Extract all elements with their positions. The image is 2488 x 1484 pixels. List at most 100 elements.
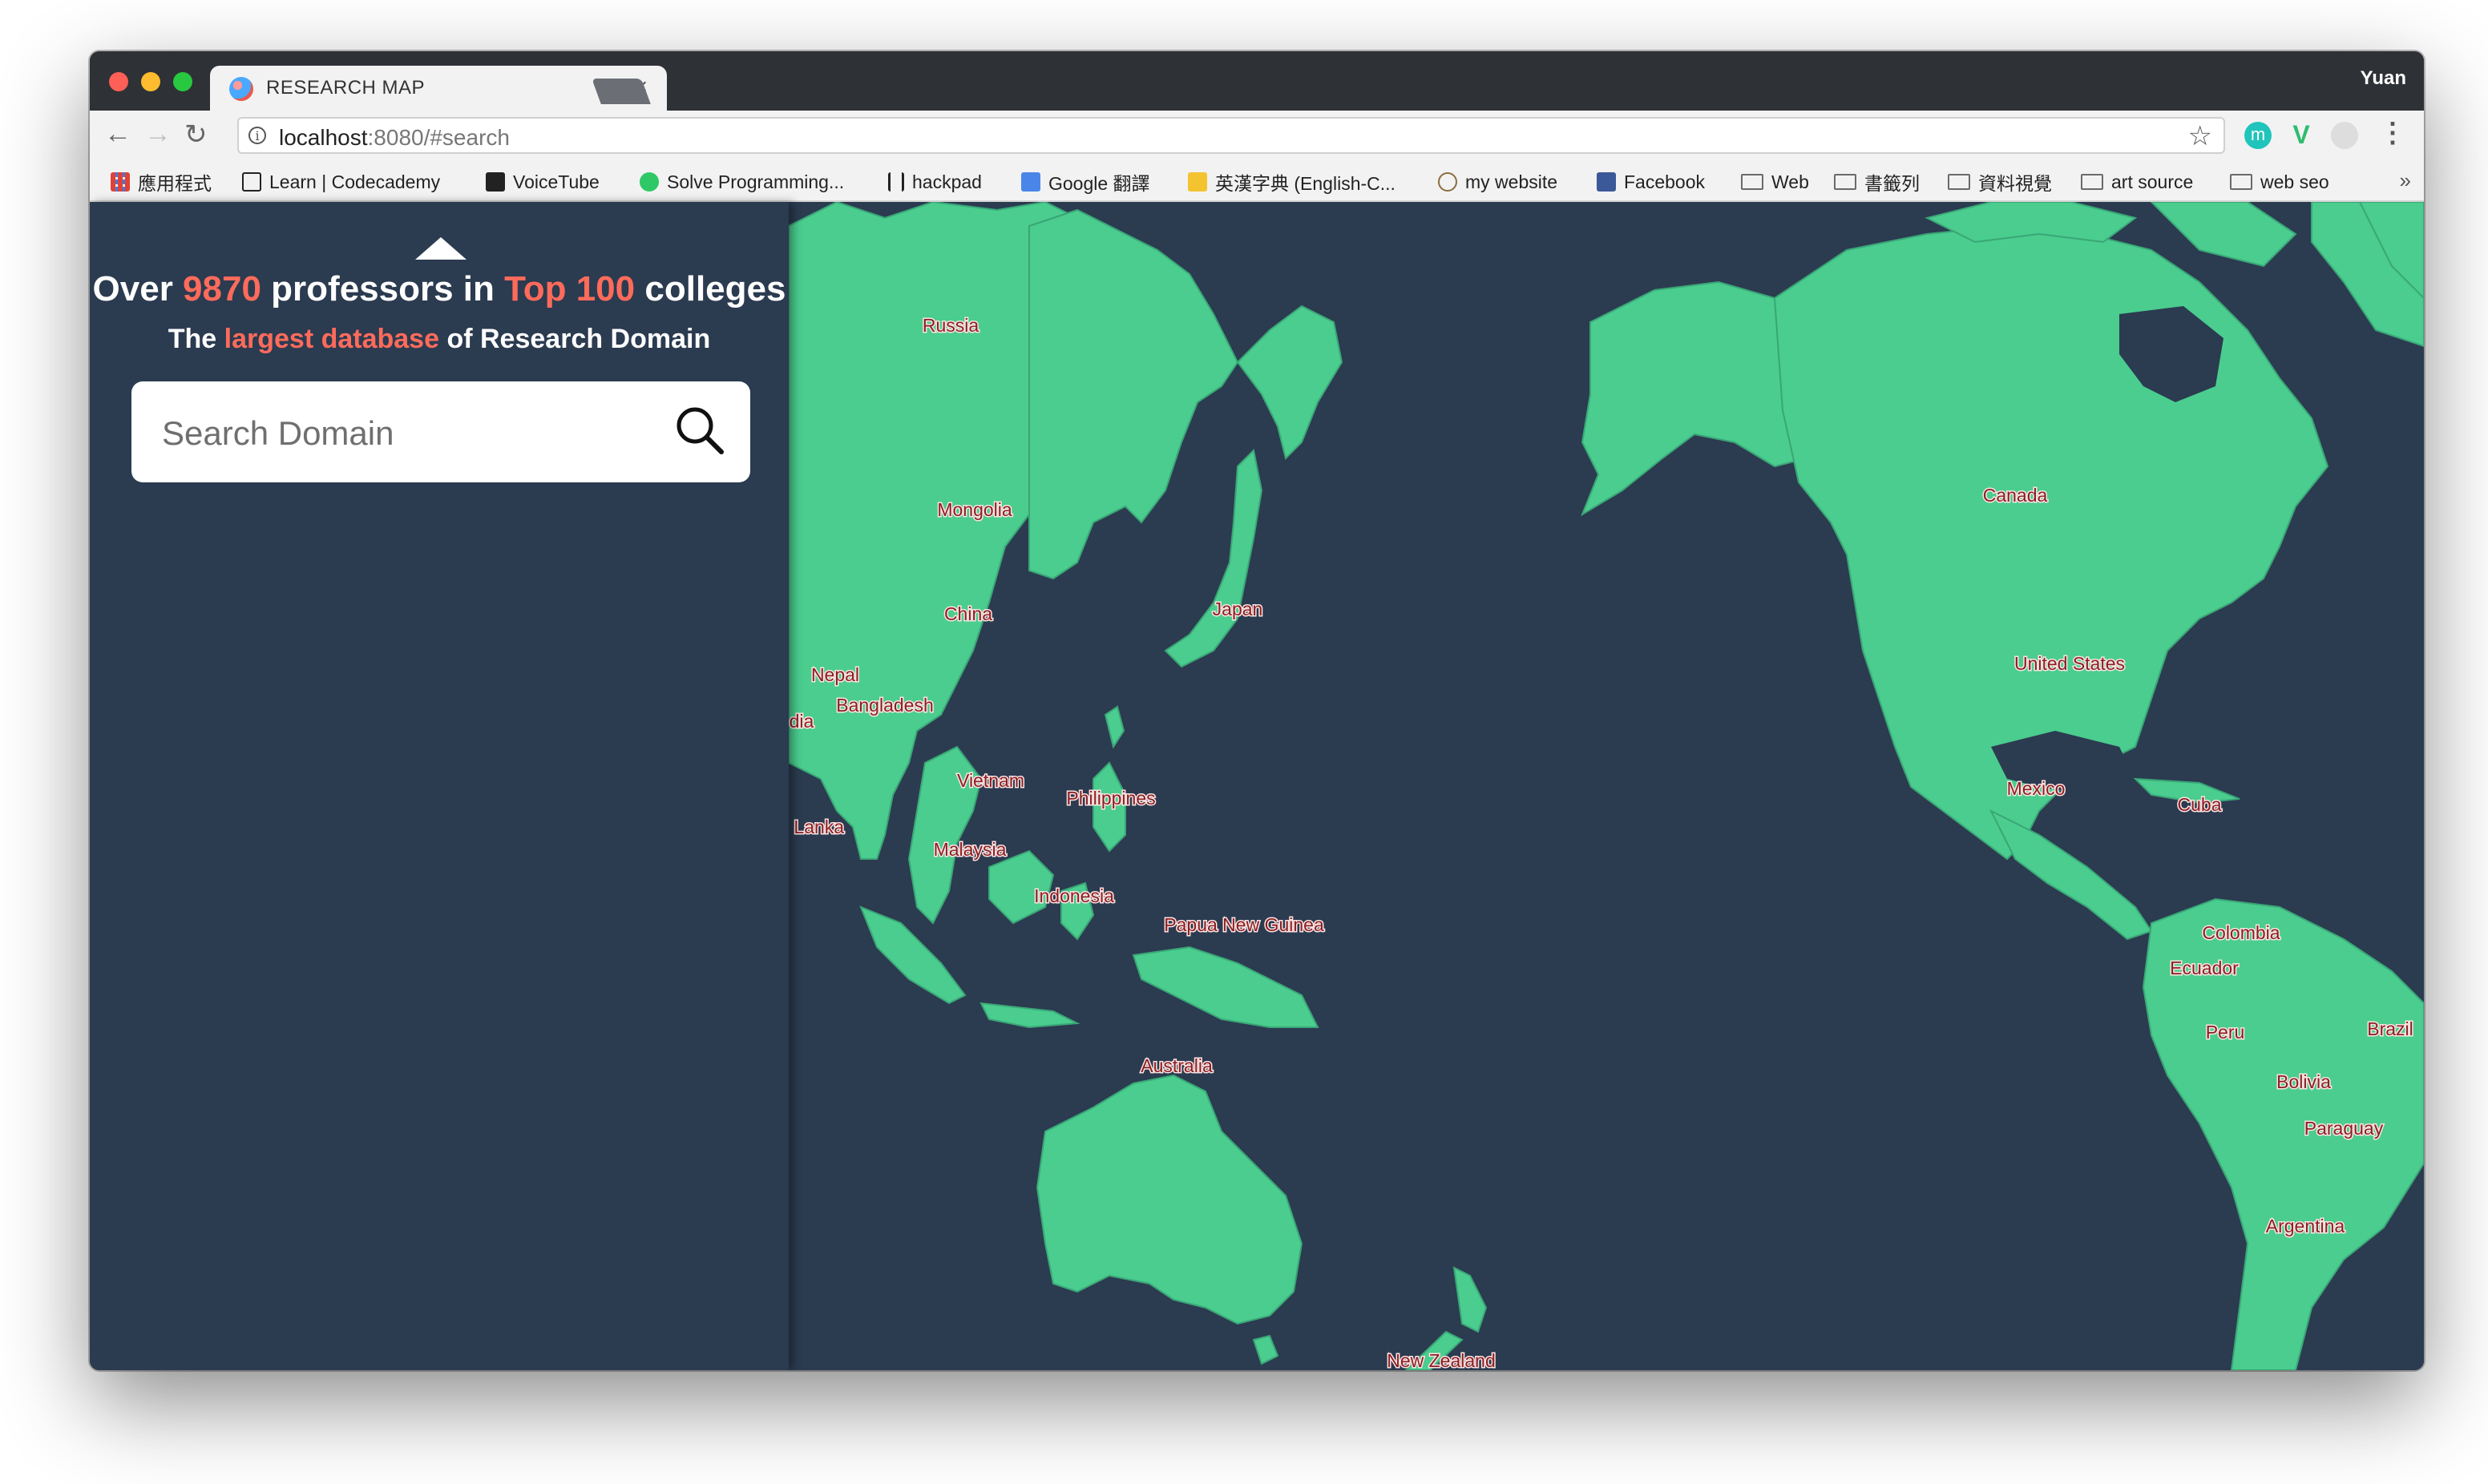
profile-name[interactable]: Yuan [2361,67,2406,90]
label-india-partial: dia [790,711,814,732]
bookmarks-overflow-icon[interactable]: » [2400,168,2411,193]
label-mongolia: Mongolia [937,499,1012,520]
window-maximize-button[interactable] [173,72,192,91]
collapse-up-arrow-icon[interactable] [415,237,466,260]
land-sumatra [859,905,967,1005]
label-paraguay: Paraguay [2304,1118,2384,1139]
bookmark-folder-dataviz[interactable]: 資料視覺 [1948,170,2052,194]
browser-toolbar: ← → ↻ i localhost:8080/#search ☆ m V ⋮ [90,111,2424,160]
label-ecuador: Ecuador [2170,958,2239,978]
folder-icon [2230,174,2252,190]
label-peru: Peru [2206,1022,2245,1042]
label-sri-lanka-partial: i Lanka [789,817,844,837]
label-united-states: United States [2014,653,2125,674]
url-text[interactable]: localhost:8080/#search [279,125,510,151]
label-colombia: Colombia [2202,922,2280,943]
back-arrow-icon[interactable]: ← [104,119,131,150]
search-icon[interactable] [673,404,726,457]
browser-menu-icon[interactable]: ⋮ [2379,117,2406,149]
dictionary-icon [1188,172,1207,192]
address-bar[interactable]: i localhost:8080/#search ☆ [237,117,2225,154]
label-mexico: Mexico [2007,778,2066,799]
bookmark-codecademy[interactable]: Learn | Codecademy [242,170,440,194]
bookmark-my-website[interactable]: my website [1438,170,1557,194]
title-bar: RESEARCH MAP × Yuan [90,51,2424,111]
bookmark-star-icon[interactable]: ☆ [2188,120,2212,152]
label-bolivia: Bolivia [2276,1071,2331,1092]
subheadline: The largest database of Research Domain [168,324,711,354]
google-translate-icon [1021,172,1040,192]
extension-grey-icon[interactable] [2331,122,2358,149]
search-sidebar: Over 9870 professors in Top 100 colleges… [90,202,789,1370]
land-australia [1036,1074,1303,1325]
apps-grid-icon [111,172,130,192]
folder-icon [1948,174,1970,190]
extension-m-icon[interactable]: m [2244,122,2272,149]
info-icon[interactable]: i [248,127,266,144]
bookmark-dictionary[interactable]: 英漢字典 (English-C... [1188,170,1395,194]
label-australia: Australia [1141,1055,1213,1076]
professor-count: 9870 [183,269,261,308]
codecademy-icon [242,172,261,192]
new-tab-button[interactable] [592,79,651,104]
search-domain-input[interactable] [160,409,660,458]
land-asia-east [1028,208,1239,580]
label-philippines: Philippines [1066,788,1155,809]
label-russia: Russia [923,315,979,336]
top-colleges: Top 100 [504,269,636,308]
bookmark-hackerrank[interactable]: Solve Programming... [640,170,844,194]
bookmark-hackpad[interactable]: hackpad [888,170,982,194]
label-brazil: Brazil [2367,1018,2413,1039]
world-map[interactable]: Russia Mongolia China Japan Nepal Bangla… [789,202,2424,1370]
map-svg[interactable]: Russia Mongolia China Japan Nepal Bangla… [789,202,2424,1370]
label-china: China [944,603,992,624]
label-argentina: Argentina [2266,1216,2345,1236]
folder-icon [1741,174,1763,190]
hackerrank-icon [640,172,659,192]
label-malaysia: Malaysia [934,839,1007,860]
bookmark-folder-art-source[interactable]: art source [2081,170,2193,194]
page-content: Russia Mongolia China Japan Nepal Bangla… [90,202,2424,1370]
tab-title: RESEARCH MAP [266,77,426,99]
window-close-button[interactable] [109,72,128,91]
folder-icon [1834,174,1856,190]
bookmark-facebook[interactable]: Facebook [1597,170,1705,194]
label-nepal: Nepal [811,664,859,685]
folder-icon [2081,174,2103,190]
land-tasmania [1252,1334,1279,1365]
bookmark-folder-bookmarks[interactable]: 書籤列 [1834,170,1920,194]
hackpad-icon [888,172,904,192]
facebook-icon [1597,172,1616,192]
search-box[interactable] [131,381,750,482]
land-kamchatka [1236,304,1343,460]
bookmark-apps[interactable]: 應用程式 [111,170,212,194]
bookmarks-bar: 應用程式 Learn | Codecademy VoiceTube Solve … [90,160,2424,202]
label-vietnam: Vietnam [957,770,1024,791]
label-indonesia: Indonesia [1034,885,1114,906]
land-java [979,1002,1080,1029]
voicetube-icon [486,172,505,192]
land-central-america [1989,809,2153,941]
bookmark-google-translate[interactable]: Google 翻譯 [1021,170,1150,194]
website-icon [1438,172,1457,192]
bookmark-folder-web[interactable]: Web [1741,170,1809,194]
label-canada: Canada [1983,485,2048,506]
map-favicon-icon [229,77,253,101]
reload-icon[interactable]: ↻ [184,119,208,151]
label-bangladesh: Bangladesh [836,695,934,716]
window-minimize-button[interactable] [141,72,160,91]
land-alaska [1580,280,1808,517]
label-papua-new-guinea: Papua New Guinea [1164,914,1324,935]
bookmark-folder-web-seo[interactable]: web seo [2230,170,2329,194]
bookmark-voicetube[interactable]: VoiceTube [486,170,600,194]
extension-vue-icon[interactable]: V [2288,122,2315,149]
label-cuba: Cuba [2178,794,2222,815]
land-new-guinea [1132,946,1319,1028]
headline: Over 9870 professors in Top 100 colleges [92,269,786,308]
label-japan: Japan [1213,599,1263,619]
forward-arrow-icon[interactable]: → [144,119,172,150]
label-new-zealand: New Zealand [1387,1350,1496,1370]
land-taiwan [1104,705,1125,749]
browser-window: RESEARCH MAP × Yuan ← → ↻ i localhost:80… [90,51,2424,1370]
land-japan [1164,448,1263,668]
